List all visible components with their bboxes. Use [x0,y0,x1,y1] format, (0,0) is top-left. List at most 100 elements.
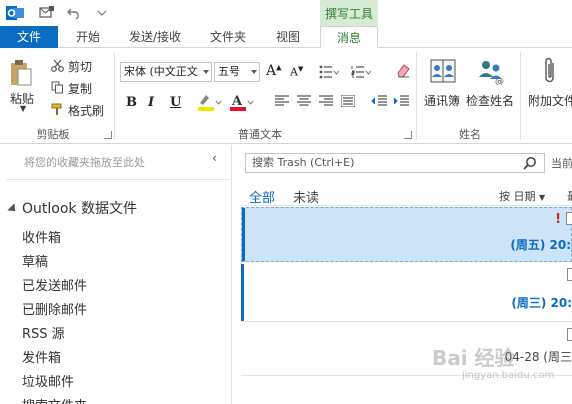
font-size-combo[interactable]: 五号 [214,62,260,82]
importance-icon: ! [555,212,561,227]
tab-file[interactable]: 文件 [0,26,58,48]
message-date: 04-28 (周三 [504,350,572,364]
message-checkbox[interactable] [566,212,572,225]
check-names-icon[interactable]: @ [476,56,506,86]
names-group-label: 姓名 [459,128,481,141]
cut-button[interactable]: 剪切 [68,58,92,75]
copy-icon[interactable] [50,80,64,94]
align-center-icon[interactable] [296,94,312,108]
format-painter-icon[interactable] [50,102,64,116]
ribbon: 粘贴 ▼ 剪切 复制 格式刷 剪贴板 宋体 (中文正文 五号 A▲ A▼ B I… [0,48,572,144]
sort-order-toggle[interactable]: 最 [567,188,572,204]
compose-tools-context-title: 撰写工具 [320,0,378,26]
tab-view[interactable]: 视图 [262,26,314,48]
group-separator [520,52,521,140]
filter-all[interactable]: 全部 [249,187,275,206]
search-placeholder: 搜索 Trash (Ctrl+E) [252,156,355,169]
font-size-value: 五号 [218,65,240,78]
favorites-drop-hint: 将您的收藏夹拖放至此处 [24,156,145,169]
paste-dropdown-icon[interactable]: ▼ [20,104,26,113]
svg-text:A: A [231,94,243,109]
send-receive-all-icon[interactable] [38,4,56,22]
folder-outbox[interactable]: 发件箱 [22,347,61,366]
align-left-icon[interactable] [274,94,290,108]
grow-font-icon[interactable]: A▲ [266,63,282,79]
message-item[interactable]: (周三) 20: [241,264,572,322]
message-date: (周三) 20: [511,296,572,310]
align-right-icon[interactable] [318,94,334,108]
group-separator [416,52,417,140]
tab-home[interactable]: 开始 [64,26,112,48]
bullets-icon[interactable] [318,64,340,80]
address-book-button[interactable]: 通讯簿 [424,92,460,109]
search-scope-dropdown[interactable]: 当前 [551,155,572,171]
folder-deleted[interactable]: 已删除邮件 [22,299,87,318]
shrink-font-icon[interactable]: A▼ [290,65,303,79]
basic-text-launcher-icon[interactable] [404,131,412,139]
scissors-icon[interactable] [50,58,64,72]
folder-sent[interactable]: 已发送邮件 [22,275,87,294]
folder-drafts[interactable]: 草稿 [22,251,48,270]
folder-inbox[interactable]: 收件箱 [22,227,61,246]
attach-file-button[interactable]: 附加文件 [528,92,572,109]
increase-indent-icon[interactable] [392,94,410,108]
watermark-url: jingyan.baidu.com [462,370,555,381]
paperclip-icon[interactable] [540,56,560,86]
folder-search[interactable]: 搜索文件夹 [22,395,87,404]
address-book-icon[interactable] [428,56,458,86]
sort-by-label: 按 日期 [499,190,536,203]
message-list-pane: 搜索 Trash (Ctrl+E) 当前 全部 未读 按 日期 ▼ 最 ! (周… [233,145,572,404]
font-color-icon[interactable]: A [228,92,254,112]
nav-divider [6,179,230,180]
folder-rss[interactable]: RSS 源 [22,323,65,342]
group-separator [114,52,115,140]
tab-send-receive[interactable]: 发送/接收 [118,26,192,48]
clear-formatting-icon[interactable] [394,62,412,80]
sort-by-dropdown[interactable]: 按 日期 ▼ [499,188,545,204]
folder-pane: 将您的收藏夹拖放至此处 ‹ Outlook 数据文件 收件箱 草稿 已发送邮件 … [0,145,232,404]
message-item[interactable]: ! (周五) 20: [241,207,572,262]
data-file-root-label: Outlook 数据文件 [22,201,137,217]
search-scope-label: 当前 [551,157,572,170]
data-file-root[interactable]: Outlook 数据文件 [7,198,137,218]
font-name-value: 宋体 (中文正文 [124,65,198,78]
unread-bar [242,208,245,261]
message-item[interactable]: 04-28 (周三 [241,322,572,376]
folder-junk[interactable]: 垃圾邮件 [22,371,74,390]
copy-button[interactable]: 复制 [68,80,92,97]
highlight-icon[interactable] [196,92,222,112]
underline-button[interactable]: U [170,95,181,110]
title-bar: 撰写工具 [0,0,572,26]
svg-text:@: @ [495,77,504,85]
quick-access-dropdown-icon[interactable] [96,4,108,22]
check-names-button[interactable]: 检查姓名 [466,92,514,109]
message-date: (周五) 20: [510,238,571,252]
collapse-pane-icon[interactable]: ‹ [212,151,217,165]
tab-folder[interactable]: 文件夹 [198,26,258,48]
filter-unread[interactable]: 未读 [293,187,319,206]
expand-triangle-icon[interactable] [7,203,19,215]
basic-text-group-label: 普通文本 [238,128,282,141]
italic-button[interactable]: I [148,95,154,110]
numbering-icon[interactable] [350,64,372,80]
chevron-down-icon: ▼ [539,193,546,202]
list-divider [241,205,572,206]
message-checkbox[interactable] [567,268,572,281]
message-checkbox[interactable] [567,328,572,341]
format-painter-button[interactable]: 格式刷 [68,102,104,119]
clipboard-launcher-icon[interactable] [104,131,112,139]
decrease-indent-icon[interactable] [370,94,388,108]
font-name-combo[interactable]: 宋体 (中文正文 [120,62,212,82]
ribbon-tabs: 文件 开始 发送/接收 文件夹 视图 消息 [0,26,572,49]
search-input[interactable]: 搜索 Trash (Ctrl+E) [245,153,545,173]
clipboard-group-label: 剪贴板 [36,128,70,141]
bold-button[interactable]: B [126,95,137,110]
watermark-brand: Bai 经验 [432,346,515,370]
search-icon[interactable] [523,156,537,173]
tab-message[interactable]: 消息 [320,26,378,49]
paste-icon[interactable] [8,58,34,88]
undo-icon[interactable] [66,4,82,22]
justify-icon[interactable] [340,94,356,108]
unread-bar [241,264,244,321]
outlook-logo-icon[interactable] [6,4,24,22]
